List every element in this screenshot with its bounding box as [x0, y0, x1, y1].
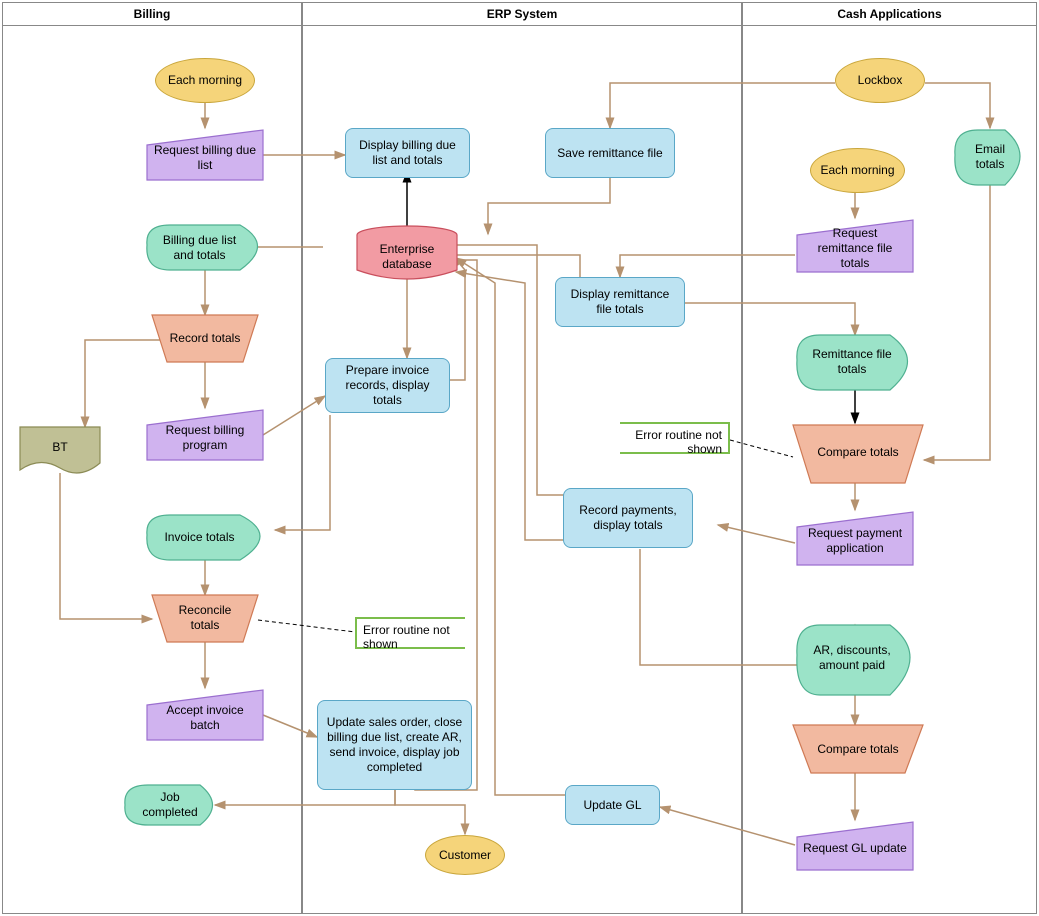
display-job-completed: Job completed — [125, 785, 215, 825]
manual-op-compare-totals-1: Compare totals — [800, 430, 916, 475]
manual-input-request-gl: Request GL update — [797, 827, 913, 870]
manual-op-reconcile-totals: Reconcile totals — [157, 598, 253, 638]
display-remit-totals: Remittance file totals — [797, 337, 907, 387]
display-ar-discounts: AR, discounts, amount paid — [797, 628, 907, 688]
manual-input-request-billing-program: Request billing program — [147, 415, 263, 460]
manual-op-record-totals: Record totals — [157, 318, 253, 358]
process-update-sales: Update sales order, close billing due li… — [317, 700, 472, 790]
terminator-lockbox: Lockbox — [835, 58, 925, 103]
process-save-remit: Save remittance file — [545, 128, 675, 178]
terminator-each-morning-billing: Each morning — [155, 58, 255, 103]
terminator-customer: Customer — [425, 835, 505, 875]
annotation-error-2: Error routine not shown — [620, 422, 730, 454]
process-update-gl: Update GL — [565, 785, 660, 825]
annotation-error-1: Error routine not shown — [355, 617, 465, 649]
process-display-remit: Display remittance file totals — [555, 277, 685, 327]
process-prepare-invoice: Prepare invoice records, display totals — [325, 358, 450, 413]
document-bt: BT — [20, 430, 100, 465]
display-invoice-totals: Invoice totals — [147, 515, 252, 560]
manual-op-compare-totals-2: Compare totals — [800, 730, 916, 768]
manual-input-request-billing-due: Request billing due list — [147, 135, 263, 180]
datastore-enterprise-db: Enterprise database — [357, 238, 457, 276]
swimlane-diagram: Billing ERP System Cash Applications — [0, 0, 1039, 916]
process-display-billing: Display billing due list and totals — [345, 128, 470, 178]
terminator-each-morning-cash: Each morning — [810, 148, 905, 193]
manual-input-request-remit: Request remittance file totals — [797, 225, 913, 272]
process-record-payments: Record payments, display totals — [563, 488, 693, 548]
display-email-totals: Email totals — [955, 133, 1025, 181]
display-billing-due-list: Billing due list and totals — [147, 225, 252, 270]
manual-input-accept-invoice: Accept invoice batch — [147, 695, 263, 740]
manual-input-request-payment: Request payment application — [797, 517, 913, 565]
